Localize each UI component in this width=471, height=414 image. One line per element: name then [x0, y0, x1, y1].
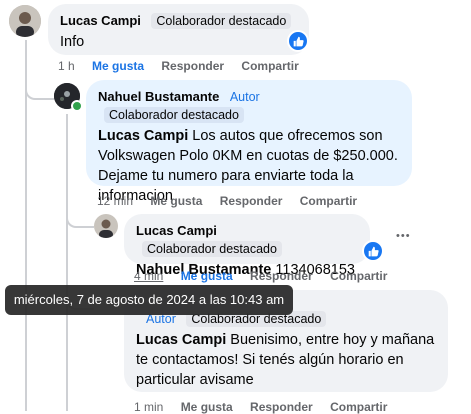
avatar[interactable] [9, 5, 41, 37]
share-button[interactable]: Compartir [330, 400, 387, 414]
timestamp[interactable]: 1 h [58, 59, 75, 73]
comment-text: Info [60, 34, 85, 50]
comment-actions: 1 h Me gusta Responder Compartir [58, 59, 313, 73]
like-icon [368, 246, 379, 256]
more-options-icon[interactable]: ••• [396, 230, 411, 242]
comment-author[interactable]: Nahuel Bustamante [98, 89, 219, 104]
comment-bubble: Lucas Campi Colaborador destacado Nahuel… [124, 214, 370, 278]
contributor-badge: Colaborador destacado [142, 241, 282, 257]
like-button[interactable]: Me gusta [92, 59, 144, 73]
share-button[interactable]: Compartir [330, 269, 387, 283]
avatar-photo [94, 214, 118, 238]
avatar[interactable] [94, 214, 118, 238]
timestamp-tooltip: miércoles, 7 de agosto de 2024 a las 10:… [5, 285, 293, 315]
thread-connector [25, 78, 55, 100]
reply-button[interactable]: Responder [250, 400, 313, 414]
comment-text: Lucas Campi Buenisimo, entre hoy y mañan… [136, 330, 436, 390]
reply-button[interactable]: Responder [250, 269, 313, 283]
online-status-dot [71, 100, 83, 112]
mention-link[interactable]: Lucas Campi [136, 332, 226, 348]
timestamp[interactable]: 4 min [134, 269, 163, 283]
like-button[interactable]: Me gusta [181, 269, 233, 283]
like-button[interactable]: Me gusta [181, 400, 233, 414]
reply-button[interactable]: Responder [161, 59, 224, 73]
reply-button[interactable]: Responder [220, 194, 283, 208]
comment-author[interactable]: Lucas Campi [136, 223, 217, 238]
thread-line [66, 114, 68, 411]
like-reaction-badge[interactable] [362, 240, 384, 262]
avatar-photo [9, 5, 41, 37]
author-role-label: Autor [229, 90, 260, 104]
share-button[interactable]: Compartir [241, 59, 298, 73]
comment-author[interactable]: Lucas Campi [60, 13, 141, 28]
thread-connector [66, 206, 94, 228]
contributor-badge: Colaborador destacado [151, 13, 292, 29]
contributor-badge: Colaborador destacado [104, 107, 244, 123]
like-button[interactable]: Me gusta [150, 194, 202, 208]
like-icon [293, 36, 304, 46]
mention-link[interactable]: Lucas Campi [98, 128, 188, 144]
comment-bubble: Nahuel Bustamante Autor Colaborador dest… [86, 80, 412, 204]
comment-actions: 4 min Me gusta Responder Compartir [134, 269, 401, 283]
comment-actions: 1 min Me gusta Responder Compartir [134, 400, 401, 414]
avatar[interactable] [54, 83, 83, 112]
comment-actions: 12 min Me gusta Responder Compartir [97, 194, 371, 208]
timestamp[interactable]: 1 min [134, 400, 163, 414]
share-button[interactable]: Compartir [300, 194, 357, 208]
timestamp[interactable]: 12 min [97, 194, 133, 208]
comment-bubble: Lucas Campi Colaborador destacado Info [48, 4, 309, 55]
like-reaction-badge[interactable] [287, 30, 309, 52]
